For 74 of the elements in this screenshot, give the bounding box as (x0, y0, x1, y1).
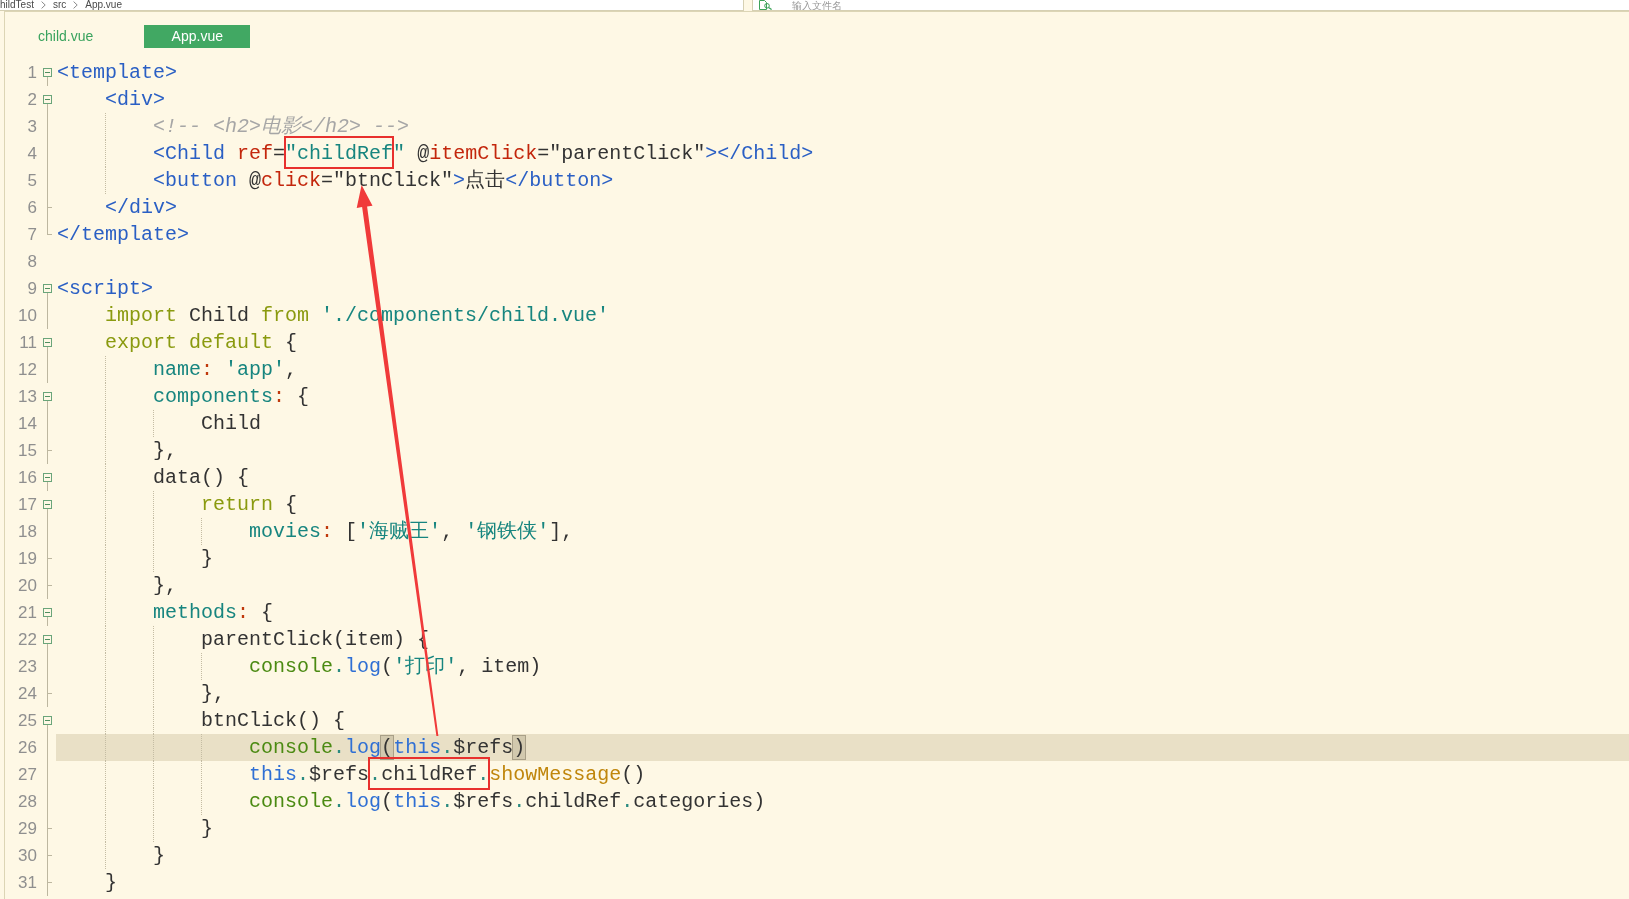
line-number: 10 (18, 305, 37, 327)
line-number: 1 (27, 62, 37, 84)
code-line: } (201, 546, 214, 572)
line-number: 28 (18, 791, 37, 813)
minus-square-icon[interactable] (43, 392, 52, 401)
code-line: btnClick() { (201, 708, 346, 734)
line-number: 4 (27, 143, 37, 165)
line-number: 30 (18, 845, 37, 867)
code-line: <div> (105, 87, 166, 113)
code-line: Child (201, 411, 262, 437)
breadcrumb-item[interactable]: hildTest (0, 0, 34, 10)
code-line: }, (201, 681, 226, 707)
code-line: } (153, 843, 166, 869)
line-number: 8 (27, 251, 37, 273)
line-number: 19 (18, 548, 37, 570)
line-number: 11 (19, 332, 37, 354)
line-number: 22 (18, 629, 37, 651)
code-line: movies: ['海贼王', '钢铁侠'], (249, 519, 574, 545)
breadcrumb-item[interactable]: App.vue (85, 0, 122, 10)
line-number: 2 (27, 89, 37, 111)
file-search-icon (759, 0, 772, 10)
code-line: </div> (105, 195, 178, 221)
line-number: 21 (18, 602, 37, 624)
breadcrumb-item[interactable]: src (52, 0, 67, 10)
minus-square-icon[interactable] (43, 635, 52, 644)
code-line: return { (201, 492, 298, 518)
code-line: <Child ref="childRef" @itemClick="parentClick"></Child> (153, 141, 814, 167)
line-number: 18 (18, 521, 37, 543)
code-line: </template> (57, 222, 190, 248)
code-line: <!-- <h2>电影</h2> --> (153, 114, 410, 140)
line-number: 27 (18, 764, 37, 786)
line-number: 25 (18, 710, 37, 732)
line-number: 5 (27, 170, 37, 192)
line-number: 20 (18, 575, 37, 597)
line-number: 6 (27, 197, 37, 219)
line-number: 9 (27, 278, 37, 300)
minus-square-icon[interactable] (43, 500, 52, 509)
minus-square-icon[interactable] (43, 338, 52, 347)
minus-square-icon[interactable] (43, 716, 52, 725)
line-number: 7 (27, 224, 37, 246)
code-line: }, (153, 438, 178, 464)
minus-square-icon[interactable] (43, 284, 52, 293)
code-line: components: { (153, 384, 310, 410)
line-number: 23 (18, 656, 37, 678)
line-number: 3 (27, 116, 37, 138)
code-line: }, (153, 573, 178, 599)
line-number: 12 (18, 359, 37, 381)
code-line: <script> (57, 276, 153, 302)
line-number: 14 (18, 413, 37, 435)
line-number: 24 (18, 683, 37, 705)
code-line: console.log(this.$refs.childRef.categories) (249, 789, 766, 815)
chevron-right-icon (73, 1, 79, 9)
minus-square-icon[interactable] (43, 95, 52, 104)
code-line: methods: { (153, 600, 274, 626)
line-number: 31 (18, 872, 37, 894)
minus-square-icon[interactable] (43, 68, 52, 77)
minus-square-icon[interactable] (43, 608, 52, 617)
line-number: 13 (18, 386, 37, 408)
chevron-right-icon (40, 1, 46, 9)
minus-square-icon[interactable] (43, 473, 52, 482)
code-line: } (201, 816, 214, 842)
line-number: 26 (18, 737, 37, 759)
code-line: export default { (105, 330, 298, 356)
code-line: name: 'app', (153, 357, 298, 383)
code-line: <template> (57, 60, 178, 86)
code-line: console.log(this.$refs) (249, 735, 526, 761)
code-line: this.$refs.childRef.showMessage() (249, 762, 646, 788)
code-line: <button @click="btnClick">点击</button> (153, 168, 614, 194)
code-line: data() { (153, 465, 250, 491)
code-line: } (105, 870, 118, 896)
line-number: 16 (18, 467, 37, 489)
line-number: 17 (18, 494, 37, 516)
line-number: 15 (18, 440, 37, 462)
line-number: 29 (18, 818, 37, 840)
